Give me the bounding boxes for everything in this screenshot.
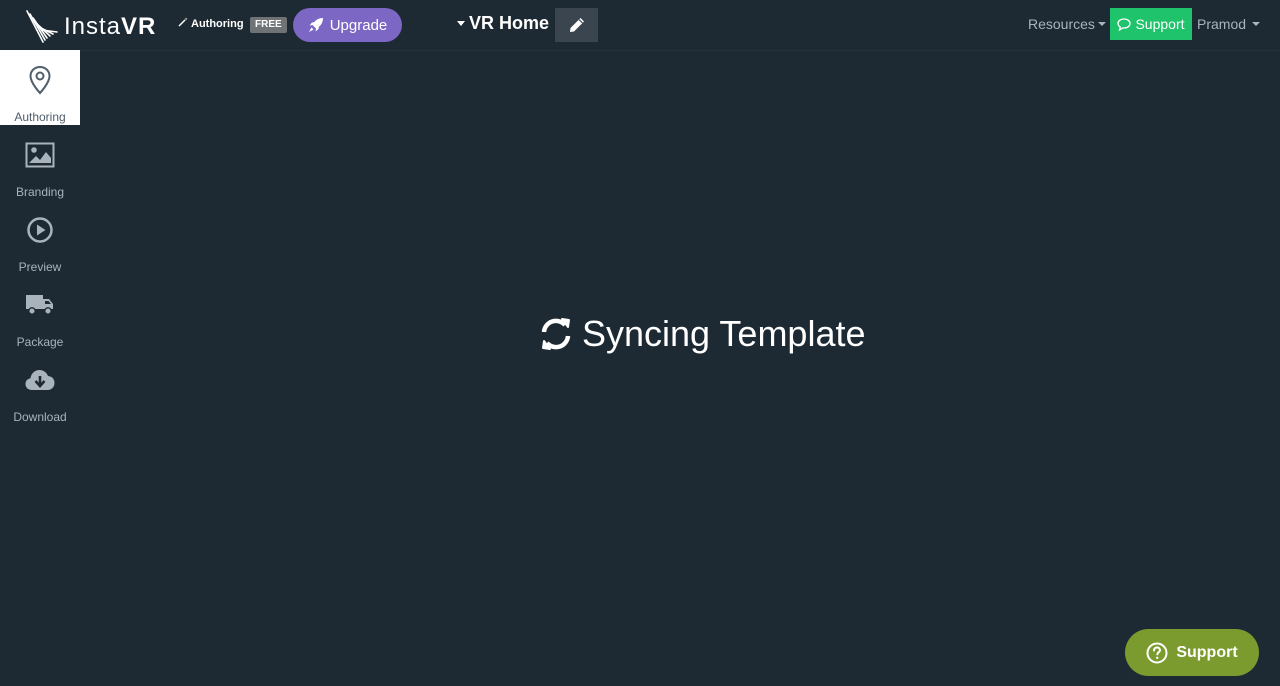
- mode-indicator: Authoring: [178, 17, 244, 30]
- sidebar-item-download[interactable]: Download: [0, 350, 80, 425]
- sidebar-item-label: Preview: [18, 260, 62, 274]
- instavr-logo[interactable]: InstaVR: [26, 10, 156, 44]
- plan-badge: FREE: [250, 17, 287, 33]
- caret-down-icon: [1252, 22, 1261, 26]
- floating-support-button[interactable]: Support: [1125, 629, 1259, 676]
- sync-status: Syncing Template: [538, 312, 866, 356]
- support-label: Support: [1135, 16, 1185, 32]
- image-icon: [25, 139, 55, 171]
- chat-bubble-icon: [1117, 17, 1132, 31]
- sidebar: Authoring Branding Preview Package Downl…: [0, 50, 80, 425]
- sidebar-item-label: Authoring: [14, 110, 66, 124]
- sidebar-item-label: Download: [13, 410, 67, 424]
- sidebar-item-preview[interactable]: Preview: [0, 200, 80, 275]
- magic-wand-icon: [178, 17, 188, 30]
- logo-mark-icon: [26, 10, 58, 43]
- sidebar-item-branding[interactable]: Branding: [0, 125, 80, 200]
- sidebar-item-package[interactable]: Package: [0, 275, 80, 350]
- brand-insta: Insta: [64, 13, 122, 40]
- rocket-icon: [308, 18, 323, 32]
- sidebar-item-label: Branding: [15, 185, 65, 199]
- caret-down-icon: [1097, 22, 1106, 26]
- resources-menu[interactable]: Resources: [1028, 16, 1106, 32]
- edit-project-button[interactable]: [555, 8, 598, 42]
- map-pin-icon: [27, 64, 53, 96]
- caret-down-icon: [457, 21, 465, 26]
- upgrade-button[interactable]: Upgrade: [293, 8, 402, 42]
- user-menu[interactable]: Pramod: [1197, 16, 1261, 32]
- sidebar-item-authoring[interactable]: Authoring: [0, 50, 80, 125]
- project-title: VR Home: [469, 13, 550, 33]
- cloud-download-icon: [24, 364, 56, 396]
- mode-label: Authoring: [191, 17, 244, 30]
- resources-label: Resources: [1028, 16, 1095, 32]
- sync-icon: [541, 318, 571, 350]
- user-name: Pramod: [1197, 16, 1247, 32]
- play-circle-icon: [26, 214, 54, 246]
- top-navbar: InstaVR Authoring FREE Upgrade VR Home R…: [0, 0, 1280, 51]
- upgrade-label: Upgrade: [329, 16, 388, 34]
- status-text: Syncing Template: [582, 313, 866, 354]
- brand-vr: VR: [121, 13, 157, 40]
- support-button[interactable]: Support: [1110, 8, 1192, 40]
- pencil-icon: [569, 18, 584, 32]
- sidebar-item-label: Package: [16, 335, 64, 349]
- help-circle-icon: [1146, 642, 1168, 663]
- truck-icon: [25, 289, 55, 321]
- floating-support-label: Support: [1176, 643, 1238, 661]
- project-selector[interactable]: VR Home: [457, 13, 549, 34]
